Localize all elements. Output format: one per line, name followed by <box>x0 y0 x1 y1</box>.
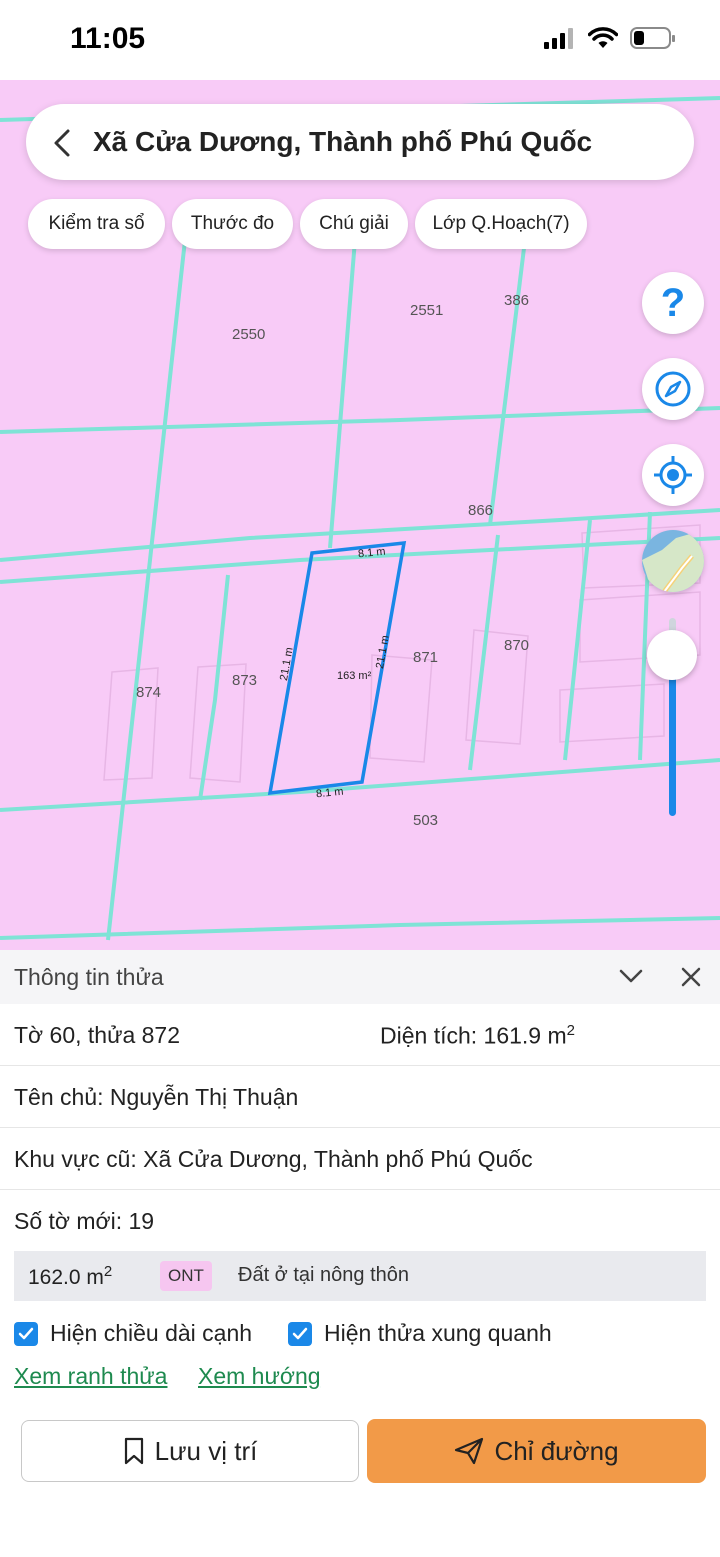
zone-area-value: 162.0 m <box>28 1266 104 1289</box>
directions-label: Chỉ đường <box>494 1435 619 1466</box>
chip-measure[interactable]: Thước đo <box>172 199 293 249</box>
parcel-label[interactable]: 873 <box>232 672 257 689</box>
status-time: 11:05 <box>70 22 146 55</box>
bookmark-icon <box>124 1437 143 1465</box>
compass-icon <box>655 371 691 407</box>
send-icon <box>455 1437 484 1465</box>
checkbox-checked-icon[interactable] <box>14 1321 38 1346</box>
parcel-label[interactable]: 2551 <box>410 302 443 319</box>
wifi-icon <box>588 27 618 48</box>
basemap-toggle[interactable] <box>642 530 704 592</box>
show-edge-length-checkbox[interactable]: Hiện chiều dài cạnh <box>14 1320 252 1347</box>
save-location-button[interactable]: Lưu vị trí <box>21 1420 359 1482</box>
status-bar: 11:05 <box>0 0 720 80</box>
sheet-header: Thông tin thửa <box>0 950 720 1004</box>
parcel-label[interactable]: 871 <box>413 649 438 666</box>
show-neighbor-parcels-label: Hiện thửa xung quanh <box>324 1320 552 1346</box>
parcel-label[interactable]: 874 <box>136 684 161 701</box>
parcel-id: Tờ 60, thửa 872 <box>14 1022 181 1048</box>
compass-button[interactable] <box>642 358 704 420</box>
view-boundary-link[interactable]: Xem ranh thửa <box>14 1363 167 1390</box>
help-icon: ? <box>660 280 686 325</box>
chip-check-book[interactable]: Kiểm tra sổ <box>28 199 165 249</box>
help-button[interactable]: ? <box>642 272 704 334</box>
parcel-label[interactable]: 866 <box>468 502 493 519</box>
zone-code-badge: ONT <box>160 1261 212 1291</box>
old-area: Khu vực cũ: Xã Cửa Dương, Thành phố Phú … <box>14 1146 533 1172</box>
save-location-label: Lưu vị trí <box>154 1435 258 1466</box>
directions-button[interactable]: Chỉ đường <box>367 1419 706 1483</box>
chip-legend[interactable]: Chú giải <box>300 199 408 249</box>
parcel-info-sheet: Thông tin thửa Tờ 60, thửa 872 Diện tích… <box>0 950 720 1557</box>
new-sheet-number: Số tờ mới: 19 <box>14 1208 155 1234</box>
basemap-thumbnail-icon <box>642 530 704 592</box>
location-title: Xã Cửa Dương, Thành phố Phú Quốc <box>93 126 593 157</box>
chip-planning-layers[interactable]: Lớp Q.Hoạch(7) <box>415 199 587 249</box>
parcel-label[interactable]: 2550 <box>232 326 265 343</box>
zone-area: 162.0 m2 <box>28 1263 112 1290</box>
zone-area-superscript: 2 <box>103 1263 113 1280</box>
parcel-area-label: 163 m² <box>337 670 372 682</box>
status-icons <box>544 26 676 50</box>
locate-icon <box>654 456 692 494</box>
sheet-title: Thông tin thửa <box>14 964 164 990</box>
my-location-button[interactable] <box>642 444 704 506</box>
area-unit-superscript: 2 <box>566 1022 575 1039</box>
parcel-area-value: Diện tích: 161.9 m <box>380 1022 567 1049</box>
parcel-label[interactable]: 386 <box>504 292 529 309</box>
parcel-area: Diện tích: 161.9 m2 <box>380 1022 575 1050</box>
show-edge-length-label: Hiện chiều dài cạnh <box>50 1320 253 1346</box>
view-direction-link[interactable]: Xem hướng <box>198 1363 321 1390</box>
battery-icon <box>630 27 675 49</box>
old-area-row: Khu vực cũ: Xã Cửa Dương, Thành phố Phú … <box>0 1128 720 1190</box>
owner-row: Tên chủ: Nguyễn Thị Thuận <box>0 1066 720 1128</box>
parcel-id-row: Tờ 60, thửa 872 Diện tích: 161.9 m2 <box>0 1004 720 1066</box>
zoom-slider-handle[interactable] <box>647 630 697 680</box>
land-use-zone: 162.0 m2 ONT Đất ở tại nông thôn <box>14 1251 706 1301</box>
back-arrow-icon[interactable] <box>50 128 76 158</box>
close-icon[interactable] <box>680 966 702 988</box>
parcel-label[interactable]: 870 <box>504 637 529 654</box>
owner-name: Tên chủ: Nguyễn Thị Thuận <box>14 1084 299 1110</box>
show-neighbor-parcels-checkbox[interactable]: Hiện thửa xung quanh <box>288 1320 552 1347</box>
location-header[interactable]: Xã Cửa Dương, Thành phố Phú Quốc <box>26 104 694 180</box>
chevron-down-icon[interactable] <box>618 967 644 985</box>
parcel-label[interactable]: 503 <box>413 812 438 829</box>
cellular-signal-icon <box>544 28 573 49</box>
zone-description: Đất ở tại nông thôn <box>238 1264 410 1286</box>
checkbox-checked-icon[interactable] <box>288 1321 312 1346</box>
